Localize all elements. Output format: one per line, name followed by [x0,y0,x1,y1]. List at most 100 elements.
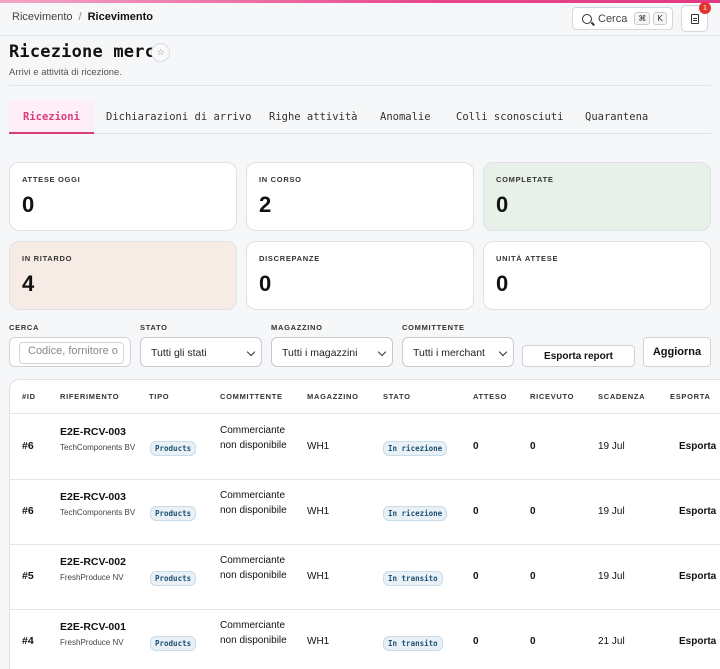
cell-id: #5 [22,570,34,582]
search-icon [582,13,592,24]
tab-dichiarazioni-di-arrivo[interactable]: Dichiarazioni di arrivo [106,100,251,134]
reference-code[interactable]: E2E-RCV-002 [60,556,140,568]
reference-code[interactable]: E2E-RCV-003 [60,426,140,438]
client-select[interactable]: Tutti i merchant [402,337,514,367]
document-icon [690,13,699,24]
cell-client: Commerciante non disponibile [220,425,287,451]
shortcut-key-cmd: ⌘ [634,12,651,25]
column-header-scadenza: SCADENZA [598,392,646,401]
type-badge: Products [150,441,197,456]
reference-code[interactable]: E2E-RCV-003 [60,491,140,503]
cell-expected: 0 [473,506,479,517]
chevron-down-icon [246,347,256,357]
kpi-unita-attese: UNITÀ ATTESE 0 [483,241,711,310]
cell-reference: E2E-RCV-002 FreshProduce NV [60,556,140,583]
cell-expected: 0 [473,441,479,452]
table-row[interactable]: #5 E2E-RCV-002 FreshProduce NV Products … [10,544,720,609]
kpi-in-corso: IN CORSO 2 [246,162,474,231]
status-badge: In ricezione [383,506,448,521]
column-header-esporta: ESPORTA [670,392,711,401]
export-row-button[interactable]: Esporta [679,441,716,452]
export-report-button[interactable]: Esporta report [522,345,635,367]
kpi-value: 0 [22,192,35,217]
cell-warehouse: WH1 [307,506,330,517]
warehouse-filter-label: MAGAZZINO [271,323,323,332]
breadcrumb: Ricevimento / Ricevimento [12,11,153,23]
cell-client: Commerciante non disponibile [220,490,287,516]
type-badge: Products [150,571,197,586]
kpi-label: ATTESE OGGI [22,175,81,184]
column-header-atteso: ATTESO [473,392,508,401]
kpi-value: 2 [259,192,272,217]
tab-ricezioni[interactable]: Ricezioni [9,100,94,134]
export-row-button[interactable]: Esporta [679,506,716,517]
kpi-in-ritardo: IN RITARDO 4 [9,241,237,310]
chevron-down-icon [498,347,508,357]
kpi-label: IN CORSO [259,175,302,184]
cell-expected: 0 [473,571,479,582]
column-header-id: #ID [22,392,36,401]
notification-badge: 1 [699,2,711,14]
cell-id: #6 [22,440,34,452]
chevron-down-icon [377,347,387,357]
tab-quarantena[interactable]: Quarantena [585,100,648,134]
tab-colli-sconosciuti[interactable]: Colli sconosciuti [456,100,563,134]
cell-due-date: 19 Jul [598,441,625,452]
type-badge: Products [150,506,197,521]
state-select-value: Tutti gli stati [151,347,207,359]
kpi-label: UNITÀ ATTESE [496,254,559,263]
column-header-stato: STATO [383,392,411,401]
tab-anomalie[interactable]: Anomalie [380,100,431,134]
kpi-completate: COMPLETATE 0 [483,162,711,231]
type-badge: Products [150,636,197,651]
kpi-value: 4 [22,271,35,296]
column-header-riferimento: RIFERIMENTO [60,392,120,401]
search-input[interactable]: Codice, fornitore o [9,337,131,367]
table-row[interactable]: #6 E2E-RCV-003 TechComponents BV Product… [10,479,720,544]
cell-id: #6 [22,505,34,517]
warehouse-select[interactable]: Tutti i magazzini [271,337,393,367]
cell-received: 0 [530,441,536,452]
cell-type: Products [150,503,197,521]
status-badge: In transito [383,636,443,651]
cell-expected: 0 [473,636,479,647]
cell-reference: E2E-RCV-003 TechComponents BV [60,426,140,453]
status-badge: In ricezione [383,441,448,456]
search-filter-label: CERCA [9,323,40,332]
export-row-button[interactable]: Esporta [679,636,716,647]
reference-code[interactable]: E2E-RCV-001 [60,621,140,633]
cell-reference: E2E-RCV-003 TechComponents BV [60,491,140,518]
kpi-label: DISCREPANZE [259,254,320,263]
export-row-button[interactable]: Esporta [679,571,716,582]
table-row[interactable]: #4 E2E-RCV-001 FreshProduce NV Products … [10,609,720,669]
column-header-magazzino: MAGAZZINO [307,392,359,401]
breadcrumb-parent[interactable]: Ricevimento [12,11,73,23]
kpi-value: 0 [259,271,272,296]
cell-type: Products [150,568,197,586]
tab-righe-attivita[interactable]: Righe attività [269,100,358,134]
page-subtitle: Arrivi e attività di ricezione. [9,67,122,78]
receipts-table: #ID RIFERIMENTO TIPO COMMITTENTE MAGAZZI… [9,379,720,669]
breadcrumb-current: Ricevimento [87,11,154,23]
global-search-button[interactable]: Cerca ⌘ K [572,7,673,30]
cell-warehouse: WH1 [307,571,330,582]
page-title: Ricezione merci [9,42,166,62]
notifications-button[interactable]: 1 [681,2,711,32]
refresh-button[interactable]: Aggiorna [643,337,711,367]
state-select[interactable]: Tutti gli stati [140,337,262,367]
status-badge: In transito [383,571,443,586]
cell-client: Commerciante non disponibile [220,555,287,581]
kpi-discrepanze: DISCREPANZE 0 [246,241,474,310]
cell-warehouse: WH1 [307,636,330,647]
cell-type: Products [150,633,197,651]
cell-warehouse: WH1 [307,441,330,452]
cell-client: Commerciante non disponibile [220,620,287,646]
table-row[interactable]: #6 E2E-RCV-003 TechComponents BV Product… [10,414,720,479]
cell-state: In ricezione [383,438,448,456]
shortcut-key-k: K [653,12,667,25]
favorite-star-icon[interactable]: ☆ [151,43,170,62]
top-bar: Ricevimento / Ricevimento Cerca ⌘ K 1 [0,2,720,36]
cell-reference: E2E-RCV-001 FreshProduce NV [60,621,140,648]
warehouse-select-value: Tutti i magazzini [282,347,358,359]
tab-bar: Ricezioni Dichiarazioni di arrivo Righe … [9,100,711,134]
